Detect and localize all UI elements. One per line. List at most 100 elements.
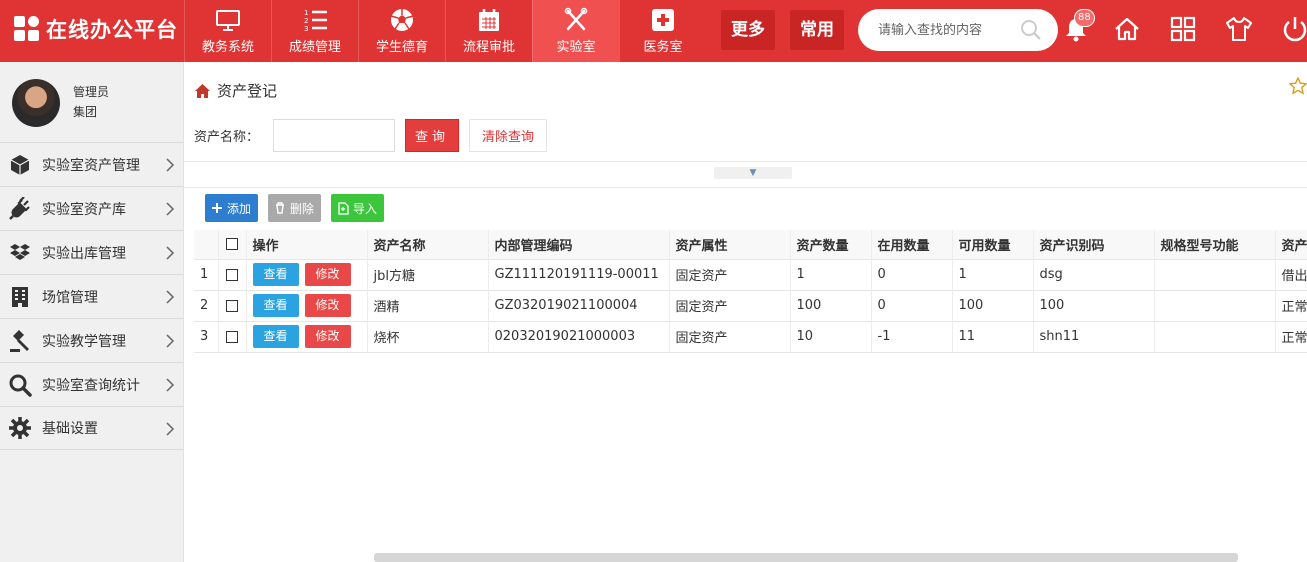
top-navigation-bar: 在线办公平台 教务系统 123 成绩管理 学生德育 流程审批 实验室 医务室 更… [0, 0, 1307, 62]
row-checkbox[interactable] [226, 330, 238, 343]
asset-qty-cell: 100 [790, 289, 872, 321]
gavel-icon [10, 329, 29, 352]
view-button[interactable]: 查看 [252, 263, 299, 286]
table-row[interactable]: 2 查看 修改 酒精 GZ032019021100004 固定资产 100 0 1… [194, 289, 1307, 321]
sidebar-item-lab-asset-management[interactable]: 实验室资产管理 [0, 142, 183, 186]
search-icon[interactable] [1020, 19, 1042, 41]
chevron-right-icon [166, 202, 175, 216]
horizontal-scrollbar[interactable] [374, 553, 1238, 562]
app-logo[interactable]: 在线办公平台 [14, 12, 178, 46]
status-cell: 正常 [1275, 289, 1307, 321]
asset-attr-cell: 固定资产 [669, 258, 791, 290]
table-row[interactable]: 1 查看 修改 jbl方糖 GZ111120191119-00011 固定资产 1… [194, 258, 1307, 290]
edit-button[interactable]: 修改 [304, 294, 351, 317]
sidebar-item-basic-settings[interactable]: 基础设置 [0, 406, 183, 450]
available-cell: 100 [952, 289, 1034, 321]
spec-cell [1154, 258, 1276, 290]
row-number: 3 [194, 320, 219, 353]
power-icon[interactable] [1280, 14, 1307, 44]
notification-badge: 88 [1074, 9, 1095, 27]
row-select-cell [218, 258, 247, 290]
available-cell: 11 [952, 320, 1034, 353]
row-actions: 查看 修改 [246, 320, 368, 353]
breadcrumb: 资产登记 [194, 80, 277, 101]
plug-icon [9, 196, 30, 220]
nav-item-clinic[interactable]: 医务室 [619, 0, 706, 62]
in-use-cell: 0 [871, 289, 953, 321]
clear-query-button[interactable]: 清除查询 [469, 118, 548, 152]
cube-icon [10, 154, 30, 175]
spec-cell [1154, 320, 1276, 353]
asset-name-cell: 酒精 [367, 289, 489, 321]
home-icon[interactable] [194, 83, 211, 99]
sidebar-item-lab-asset-library[interactable]: 实验室资产库 [0, 186, 183, 230]
logo-icon [14, 16, 40, 42]
asset-name-label: 资产名称： [194, 129, 260, 145]
shirt-icon[interactable] [1224, 14, 1254, 44]
column-header[interactable]: 内部管理编码 [488, 230, 670, 259]
add-button[interactable]: 添加 [205, 194, 258, 222]
column-header[interactable]: 资产 [1275, 230, 1307, 259]
view-button[interactable]: 查看 [252, 325, 299, 348]
nav-label: 实验室 [556, 40, 596, 55]
row-checkbox[interactable] [226, 268, 238, 281]
select-all-checkbox[interactable] [226, 238, 238, 251]
gear-icon [9, 417, 31, 439]
sidebar-item-label: 实验室资产库 [42, 201, 126, 218]
collapse-toggle[interactable]: ▼ [714, 167, 792, 179]
chevron-right-icon [166, 378, 175, 392]
ident-code-cell: dsg [1033, 258, 1155, 290]
asset-name-input[interactable] [273, 118, 396, 152]
column-header[interactable]: 资产数量 [790, 230, 872, 259]
nav-item-moral[interactable]: 学生德育 [358, 0, 445, 62]
delete-button-label: 删除 [290, 201, 315, 216]
column-header[interactable]: 在用数量 [871, 230, 953, 259]
apps-grid-icon[interactable] [1168, 14, 1198, 44]
building-icon [12, 286, 28, 307]
sidebar-item-label: 实验出库管理 [42, 245, 126, 262]
edit-button[interactable]: 修改 [304, 325, 351, 348]
in-use-cell: -1 [871, 320, 953, 353]
avatar[interactable] [12, 79, 60, 127]
star-icon[interactable] [1289, 77, 1307, 95]
user-org: 集团 [73, 105, 98, 119]
sidebar-item-lab-teaching[interactable]: 实验教学管理 [0, 318, 183, 362]
sidebar-item-lab-outbound[interactable]: 实验出库管理 [0, 230, 183, 274]
table-row[interactable]: 3 查看 修改 烧杯 02032019021000003 固定资产 10 -1 1… [194, 320, 1307, 353]
nav-item-academic[interactable]: 教务系统 [184, 0, 271, 62]
edit-button[interactable]: 修改 [304, 263, 351, 286]
more-button[interactable]: 更多 [721, 10, 775, 50]
column-header[interactable]: 可用数量 [952, 230, 1034, 259]
row-select-cell [218, 320, 247, 353]
column-header[interactable]: 资产属性 [669, 230, 791, 259]
dropbox-icon [10, 243, 30, 260]
home-icon[interactable] [1112, 14, 1142, 44]
sidebar-item-label: 场馆管理 [42, 289, 98, 306]
column-header[interactable]: 资产识别码 [1033, 230, 1155, 259]
search-icon [9, 374, 32, 397]
row-checkbox[interactable] [226, 299, 238, 312]
nav-item-grades[interactable]: 123 成绩管理 [271, 0, 358, 62]
asset-code-cell: 02032019021000003 [488, 320, 670, 353]
table-header-row: 操作 资产名称 内部管理编码 资产属性 资产数量 在用数量 可用数量 资产识别码… [194, 230, 1307, 259]
chevron-right-icon [166, 158, 175, 172]
nav-label: 学生德育 [375, 40, 428, 55]
column-header[interactable]: 规格型号功能 [1154, 230, 1276, 259]
nav-item-approval[interactable]: 流程审批 [445, 0, 532, 62]
column-header[interactable]: 资产名称 [367, 230, 489, 259]
import-button[interactable]: 导入 [331, 194, 384, 222]
search-input[interactable] [878, 22, 1018, 38]
sidebar-item-lab-query-stats[interactable]: 实验室查询统计 [0, 362, 183, 406]
asset-attr-cell: 固定资产 [669, 320, 791, 353]
nav-item-lab[interactable]: 实验室 [532, 0, 619, 62]
query-button[interactable]: 查询 [405, 118, 460, 152]
sidebar-item-venue[interactable]: 场馆管理 [0, 274, 183, 318]
view-button[interactable]: 查看 [252, 294, 299, 317]
app-title: 在线办公平台 [46, 18, 178, 42]
nav-label: 医务室 [643, 40, 683, 55]
page-title: 资产登记 [217, 82, 278, 100]
divider [184, 187, 1307, 188]
svg-text:1: 1 [304, 9, 308, 17]
common-button[interactable]: 常用 [790, 10, 844, 50]
delete-button[interactable]: 删除 [268, 194, 321, 222]
